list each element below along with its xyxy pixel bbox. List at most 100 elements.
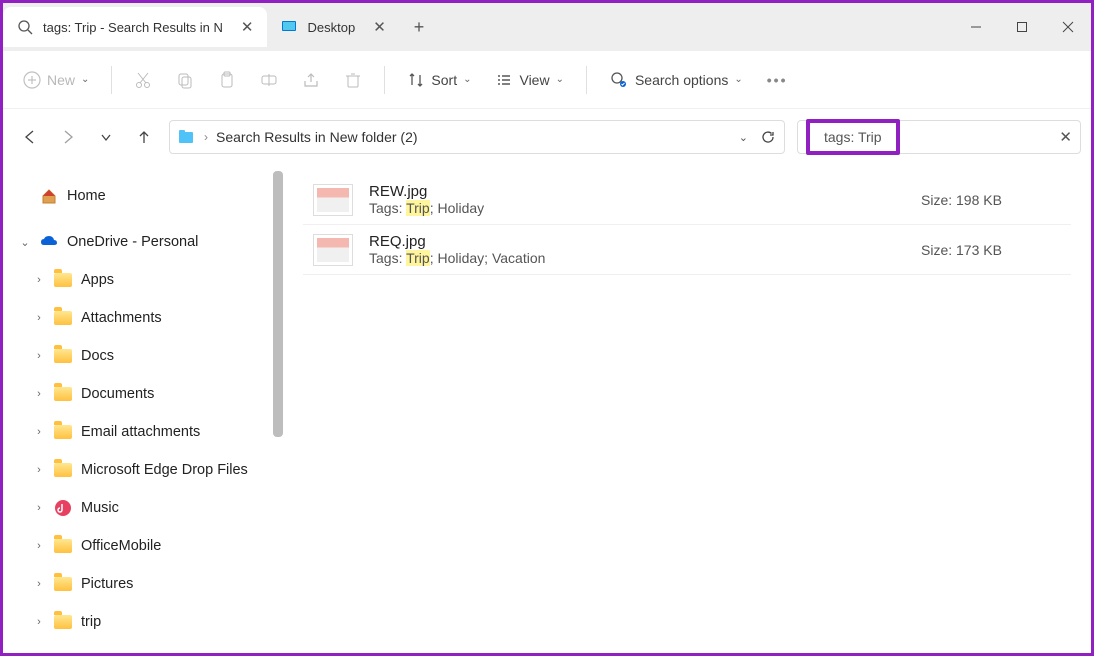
sidebar-item-label: Microsoft Edge Drop Files <box>81 462 248 478</box>
chevron-right-icon[interactable]: › <box>33 426 45 438</box>
view-icon <box>495 71 513 89</box>
folder-icon <box>53 422 73 442</box>
file-thumbnail <box>313 184 353 216</box>
search-result-row[interactable]: REQ.jpgTags: Trip; Holiday; Vacation Size… <box>303 225 1071 275</box>
sidebar-item-label: Email attachments <box>81 424 200 440</box>
chevron-right-icon[interactable]: › <box>33 274 45 286</box>
search-result-row[interactable]: REW.jpgTags: Trip; Holiday Size: 198 KB <box>303 175 1071 225</box>
share-button[interactable] <box>292 62 330 98</box>
refresh-button[interactable] <box>760 129 776 145</box>
divider <box>586 66 587 94</box>
file-thumbnail <box>313 234 353 266</box>
paste-button[interactable] <box>208 62 246 98</box>
file-info: REQ.jpgTags: Trip; Holiday; Vacation <box>369 233 905 266</box>
rename-icon <box>260 71 278 89</box>
sidebar-item-label: Docs <box>81 348 114 364</box>
view-button[interactable]: View ⌄ <box>485 62 573 98</box>
clear-search-button[interactable]: ✕ <box>1059 128 1072 146</box>
chevron-right-icon[interactable]: › <box>33 312 45 324</box>
sort-button[interactable]: Sort ⌄ <box>397 62 481 98</box>
chevron-down-icon[interactable]: ⌄ <box>739 131 748 144</box>
back-button[interactable] <box>13 120 47 154</box>
file-tags: Tags: Trip; Holiday <box>369 200 905 216</box>
sidebar-item-home[interactable]: Home <box>11 177 275 215</box>
close-icon[interactable]: ✕ <box>241 18 254 36</box>
sidebar-item-label: Documents <box>81 386 154 402</box>
file-size: Size: 173 KB <box>921 242 1061 258</box>
sidebar-item-folder[interactable]: › Docs <box>11 337 275 375</box>
file-name: REW.jpg <box>369 183 905 200</box>
desktop-icon <box>281 19 297 35</box>
toolbar: New ⌄ Sort ⌄ View ⌄ Search options ⌄ ••• <box>3 51 1091 109</box>
share-icon <box>302 71 320 89</box>
chevron-down-icon: ⌄ <box>556 74 564 85</box>
divider <box>384 66 385 94</box>
chevron-right-icon[interactable]: › <box>33 464 45 476</box>
sidebar-item-folder[interactable]: › Documents <box>11 375 275 413</box>
folder-search-icon <box>178 128 196 146</box>
forward-button[interactable] <box>51 120 85 154</box>
sidebar-item-label: Apps <box>81 272 114 288</box>
cloud-icon <box>39 232 59 252</box>
chevron-down-icon: ⌄ <box>81 74 89 85</box>
sort-icon <box>407 71 425 89</box>
close-icon[interactable]: ✕ <box>373 18 386 36</box>
sidebar-item-label: Attachments <box>81 310 162 326</box>
maximize-button[interactable] <box>999 3 1045 51</box>
new-label: New <box>47 72 75 88</box>
file-size: Size: 198 KB <box>921 192 1061 208</box>
folder-icon <box>53 536 73 556</box>
sidebar-item-folder[interactable]: ›trip <box>11 603 275 641</box>
clipboard-icon <box>218 71 236 89</box>
up-button[interactable] <box>127 120 161 154</box>
scrollbar-thumb[interactable] <box>273 171 283 437</box>
search-box[interactable]: ✕ <box>797 120 1081 154</box>
delete-button[interactable] <box>334 62 372 98</box>
cut-button[interactable] <box>124 62 162 98</box>
sidebar-item-folder[interactable]: › Attachments <box>11 299 275 337</box>
sidebar-item-onedrive[interactable]: ⌄ OneDrive - Personal <box>11 223 275 261</box>
chevron-right-icon[interactable]: › <box>33 388 45 400</box>
chevron-right-icon[interactable]: › <box>33 578 45 590</box>
search-input[interactable] <box>818 125 888 149</box>
search-options-label: Search options <box>635 72 728 88</box>
folder-icon <box>53 498 73 518</box>
address-bar[interactable]: › Search Results in New folder (2) ⌄ <box>169 120 785 154</box>
search-icon <box>17 19 33 35</box>
new-button[interactable]: New ⌄ <box>13 62 99 98</box>
chevron-down-icon[interactable]: ⌄ <box>19 236 31 249</box>
sidebar-item-folder[interactable]: › Apps <box>11 261 275 299</box>
copy-button[interactable] <box>166 62 204 98</box>
folder-icon <box>53 612 73 632</box>
sidebar-item-folder[interactable]: › Email attachments <box>11 413 275 451</box>
chevron-right-icon[interactable]: › <box>33 616 45 628</box>
search-query-highlight <box>806 119 900 155</box>
chevron-right-icon[interactable]: › <box>33 540 45 552</box>
chevron-right-icon[interactable]: › <box>33 350 45 362</box>
search-options-button[interactable]: Search options ⌄ <box>599 62 753 98</box>
sidebar-item-label: OneDrive - Personal <box>67 234 198 250</box>
divider <box>111 66 112 94</box>
folder-icon <box>53 574 73 594</box>
close-window-button[interactable] <box>1045 3 1091 51</box>
window-controls <box>953 3 1091 51</box>
recent-button[interactable] <box>89 120 123 154</box>
plus-circle-icon <box>23 71 41 89</box>
tab-desktop[interactable]: Desktop ✕ <box>267 7 399 47</box>
sidebar-item-folder[interactable]: ›Pictures <box>11 565 275 603</box>
sidebar-item-label: Music <box>81 500 119 516</box>
tab-search-results[interactable]: tags: Trip - Search Results in N ✕ <box>3 7 267 47</box>
view-label: View <box>519 72 549 88</box>
sidebar-item-folder[interactable]: ›OfficeMobile <box>11 527 275 565</box>
address-row: › Search Results in New folder (2) ⌄ ✕ <box>3 109 1091 165</box>
scissors-icon <box>134 71 152 89</box>
sidebar-item-folder[interactable]: › Music <box>11 489 275 527</box>
main-content: Home ⌄ OneDrive - Personal › Apps › Attachm… <box>3 165 1091 655</box>
more-button[interactable]: ••• <box>757 62 798 98</box>
sidebar-item-folder[interactable]: › Microsoft Edge Drop Files <box>11 451 275 489</box>
rename-button[interactable] <box>250 62 288 98</box>
minimize-button[interactable] <box>953 3 999 51</box>
folder-icon <box>53 270 73 290</box>
add-tab-button[interactable]: + <box>400 17 439 38</box>
chevron-right-icon[interactable]: › <box>33 502 45 514</box>
